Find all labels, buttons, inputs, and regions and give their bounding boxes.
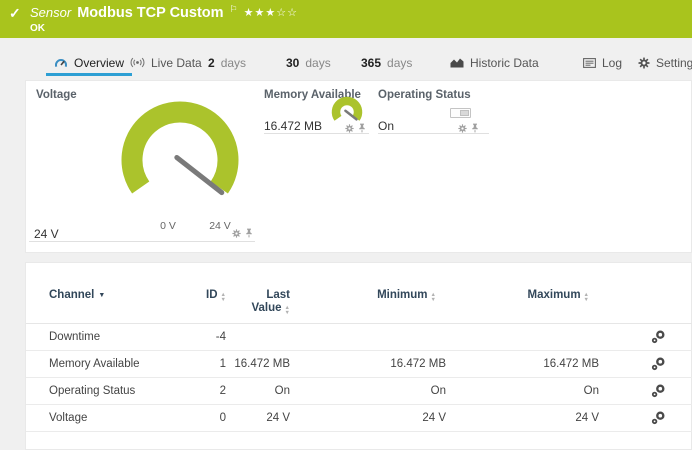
widget-pin-icon[interactable] xyxy=(358,123,366,133)
table-row-operating-status: Operating Status 2 On On On xyxy=(26,378,692,405)
column-header-last-value[interactable]: Last Value▲▼ xyxy=(226,289,290,315)
cell-channel: Operating Status xyxy=(49,385,179,397)
cell-min: 24 V xyxy=(290,412,446,424)
sensor-header: ✓ Sensor Modbus TCP Custom ⚐ ★★★☆☆ OK xyxy=(0,0,692,38)
widget-pin-icon[interactable] xyxy=(245,228,253,238)
sort-icon: ▲▼ xyxy=(584,293,589,302)
gauges-panel: Voltage 0 V 24 V 24 V Memor xyxy=(25,80,692,253)
column-header-id[interactable]: ID▲▼ xyxy=(179,289,226,302)
tab-label: Live Data xyxy=(151,56,202,70)
widget-gear-icon[interactable] xyxy=(458,124,467,133)
tab-label: Settings xyxy=(656,56,692,70)
priority-flag-icon: ⚐ xyxy=(230,4,238,15)
tab-settings[interactable]: Settings xyxy=(638,49,692,76)
gauge-title: Voltage xyxy=(36,89,77,101)
table-row-memory-available: Memory Available 1 16.472 MB 16.472 MB 1… xyxy=(26,351,692,378)
gauge-value: 24 V xyxy=(34,227,59,241)
cell-id: 2 xyxy=(179,385,226,397)
tab-unit: days xyxy=(387,56,412,70)
tab-number: 30 xyxy=(286,56,299,70)
chart-icon xyxy=(450,57,464,68)
column-header-maximum[interactable]: Maximum▲▼ xyxy=(446,289,599,302)
cell-id: 1 xyxy=(179,358,226,370)
tab-bar: Overview Live Data 2 days 30 days 365 da… xyxy=(0,49,692,76)
tab-historic-data[interactable]: Historic Data xyxy=(450,49,539,76)
cell-max: On xyxy=(446,385,599,397)
tab-label: Historic Data xyxy=(470,56,539,70)
tab-unit: days xyxy=(305,56,330,70)
table-header-row: Channel▼ ID▲▼ Last Value▲▼ Minimum▲▼ Max… xyxy=(26,263,692,324)
cell-id: -4 xyxy=(179,331,226,343)
priority-stars[interactable]: ★★★☆☆ xyxy=(244,6,298,19)
status-toggle xyxy=(450,108,471,118)
channels-table: Channel▼ ID▲▼ Last Value▲▼ Minimum▲▼ Max… xyxy=(26,263,692,432)
tab-log[interactable]: Log xyxy=(583,49,622,76)
widget-gear-icon[interactable] xyxy=(232,229,241,238)
table-row-voltage: Voltage 0 24 V 24 V 24 V xyxy=(26,405,692,432)
tab-2-days[interactable]: 2 days xyxy=(208,49,246,76)
cell-channel: Voltage xyxy=(49,412,179,424)
channel-settings-icon[interactable] xyxy=(651,357,665,371)
cell-max: 24 V xyxy=(446,412,599,424)
channels-panel: Channel▼ ID▲▼ Last Value▲▼ Minimum▲▼ Max… xyxy=(25,262,692,450)
tab-30-days[interactable]: 30 days xyxy=(286,49,331,76)
status-check-icon: ✓ xyxy=(9,5,21,22)
channel-settings-icon[interactable] xyxy=(651,330,665,344)
log-icon xyxy=(583,58,596,68)
tab-overview[interactable]: Overview xyxy=(54,49,124,76)
gauge-title: Operating Status xyxy=(378,89,471,101)
cell-channel: Memory Available xyxy=(49,358,179,370)
cell-max: 16.472 MB xyxy=(446,358,599,370)
tab-label: Overview xyxy=(74,56,124,70)
gauge-icon xyxy=(54,57,68,68)
sort-icon: ▲▼ xyxy=(285,306,290,315)
object-kind-label: Sensor xyxy=(30,5,71,20)
gear-icon xyxy=(638,57,650,69)
tab-live-data[interactable]: Live Data xyxy=(130,49,202,76)
gauge-value: On xyxy=(378,119,394,133)
table-row-downtime: Downtime -4 xyxy=(26,324,692,351)
tab-365-days[interactable]: 365 days xyxy=(361,49,412,76)
sort-caret-icon: ▼ xyxy=(98,292,105,299)
cell-last: 16.472 MB xyxy=(226,358,290,370)
tab-number: 2 xyxy=(208,56,215,70)
cell-min: On xyxy=(290,385,446,397)
tab-unit: days xyxy=(221,56,246,70)
cell-last: On xyxy=(226,385,290,397)
page-title: Modbus TCP Custom xyxy=(77,5,223,21)
column-header-channel[interactable]: Channel▼ xyxy=(49,289,179,301)
widget-pin-icon[interactable] xyxy=(471,123,479,133)
cell-channel: Downtime xyxy=(49,331,179,343)
gauge-scale-min: 0 V xyxy=(153,220,183,232)
widget-gear-icon[interactable] xyxy=(345,124,354,133)
gauge-value: 16.472 MB xyxy=(264,119,322,133)
broadcast-icon xyxy=(130,57,145,68)
voltage-gauge xyxy=(118,96,242,210)
column-header-minimum[interactable]: Minimum▲▼ xyxy=(290,289,446,302)
tab-number: 365 xyxy=(361,56,381,70)
cell-id: 0 xyxy=(179,412,226,424)
tab-label: Log xyxy=(602,56,622,70)
sort-icon: ▲▼ xyxy=(431,293,436,302)
status-badge: OK xyxy=(30,23,45,34)
cell-min: 16.472 MB xyxy=(290,358,446,370)
channel-settings-icon[interactable] xyxy=(651,411,665,425)
channel-settings-icon[interactable] xyxy=(651,384,665,398)
cell-last: 24 V xyxy=(226,412,290,424)
